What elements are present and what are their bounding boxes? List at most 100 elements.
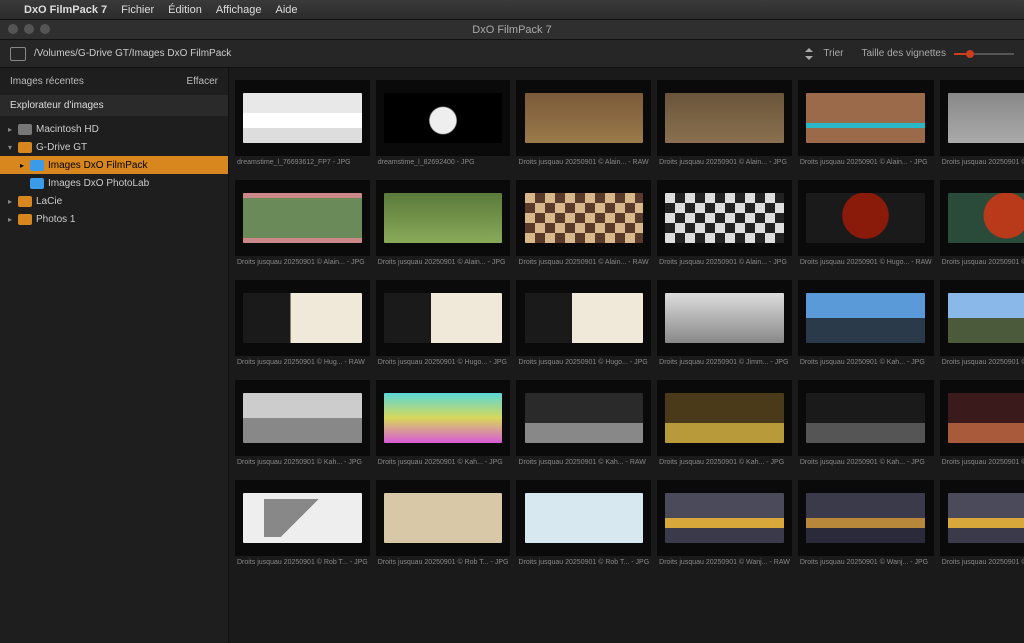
window-titlebar: DxO FilmPack 7 [0,20,1024,40]
thumbnail-image[interactable] [657,380,792,456]
thumbnail-cell[interactable]: Droits jusquau 20250901 © Hug... - RAW [235,280,370,374]
menu-view[interactable]: Affichage [216,4,262,16]
thumbnail-size-slider[interactable] [954,53,1014,55]
tree-item[interactable]: ▸LaCie [0,192,228,210]
zoom-icon[interactable] [40,24,50,34]
thumbnail-size-label: Taille des vignettes [862,48,947,59]
slider-thumb-icon[interactable] [966,50,974,58]
thumbnail-cell[interactable]: Droits jusquau 20250901 © Kah... - JPG [235,380,370,474]
thumbnail-cell[interactable]: Droits jusquau 20250901 © Kah... - JPG [940,280,1024,374]
thumbnail-caption: Droits jusquau 20250901 © Wanj... - JPG [940,556,1024,574]
chevron-down-icon[interactable]: ▾ [6,143,14,152]
thumbnail-cell[interactable]: Droits jusquau 20250901 © Hugo... - JPG [940,180,1024,274]
sort-icon [805,49,817,59]
chevron-right-icon[interactable]: ▸ [6,215,14,224]
thumbnail-cell[interactable]: Droits jusquau 20250901 © Hugo... - JPG [516,280,651,374]
thumbnail-image[interactable] [516,180,651,256]
explorer-header: Explorateur d'images [0,95,228,116]
chevron-right-icon[interactable]: ▸ [6,125,14,134]
breadcrumb-path: /Volumes/G-Drive GT/Images DxO FilmPack [34,48,231,59]
thumbnail-image[interactable] [376,80,511,156]
thumbnail-cell[interactable]: Droits jusquau 20250901 © Jimm... - JPG [657,280,792,374]
thumbnail-cell[interactable]: Droits jusquau 20250901 © Kah... - JPG [798,280,934,374]
thumbnail-image[interactable] [235,480,370,556]
thumbnail-cell[interactable]: Droits jusquau 20250901 © Kah... - JPG [376,380,511,474]
thumbnail-image[interactable] [516,80,651,156]
thumbnail-image[interactable] [940,80,1024,156]
thumbnail-caption: Droits jusquau 20250901 © Rob T... - JPG [376,556,511,574]
thumbnail-image[interactable] [376,380,511,456]
thumbnail-image[interactable] [798,280,934,356]
thumbnail-image[interactable] [235,80,370,156]
clear-recent-button[interactable]: Effacer [187,76,219,87]
thumbnail-cell[interactable]: Droits jusquau 20250901 © Alain... - RAW [516,180,651,274]
thumbnail-cell[interactable]: Droits jusquau 20250901 © Kah... - RAW [516,380,651,474]
thumbnail-cell[interactable]: Droits jusquau 20250901 © Hugo... - RAW [798,180,934,274]
thumbnail-image[interactable] [376,180,511,256]
menubar-app[interactable]: DxO FilmPack 7 [24,4,107,16]
thumbnail-cell[interactable]: Droits jusquau 20250901 © Alain... - JPG [798,80,934,174]
thumbnail-image[interactable] [940,380,1024,456]
thumbnail-grid-viewport[interactable]: dreamstime_l_76693612_FP7 - JPG dreamstim… [229,68,1024,643]
chevron-right-icon[interactable]: ▸ [6,197,14,206]
menu-help[interactable]: Aide [275,4,297,16]
minimize-icon[interactable] [24,24,34,34]
thumbnail-caption: Droits jusquau 20250901 © Hug... - RAW [235,356,370,374]
tree-item[interactable]: ▸Macintosh HD [0,120,228,138]
thumbnail-cell[interactable]: Droits jusquau 20250901 © Kah... - JPG [798,380,934,474]
thumbnail-caption: Droits jusquau 20250901 © Kah... - JPG [798,456,934,474]
thumbnail-image[interactable] [516,380,651,456]
thumbnail-cell[interactable]: Droits jusquau 20250901 © Rob T... - JPG [516,480,651,574]
thumbnail-image[interactable] [798,80,934,156]
menu-edit[interactable]: Édition [168,4,202,16]
menu-file[interactable]: Fichier [121,4,154,16]
thumbnail-image[interactable] [657,180,792,256]
thumbnail-caption: dreamstime_l_82692400 - JPG [376,156,511,174]
thumbnail-image[interactable] [657,280,792,356]
folder-icon[interactable] [10,47,26,61]
thumbnail-cell[interactable]: Droits jusquau 20250901 © Alain... - JPG [940,80,1024,174]
thumbnail-image[interactable] [798,380,934,456]
thumbnail-image[interactable] [940,480,1024,556]
sort-button[interactable]: Trier [805,48,843,59]
thumbnail-cell[interactable]: Droits jusquau 20250901 © Alain... - JPG [657,80,792,174]
thumbnail-image[interactable] [516,480,651,556]
thumbnail-cell[interactable]: Droits jusquau 20250901 © Kah... - JPG [940,380,1024,474]
thumbnail-cell[interactable]: Droits jusquau 20250901 © Wanj... - JPG [940,480,1024,574]
thumbnail-image[interactable] [940,180,1024,256]
tree-item[interactable]: ▸Photos 1 [0,210,228,228]
thumbnail-cell[interactable]: Droits jusquau 20250901 © Hugo... - JPG [376,280,511,374]
tree-item[interactable]: ▾G-Drive GT [0,138,228,156]
close-icon[interactable] [8,24,18,34]
thumbnail-cell[interactable]: Droits jusquau 20250901 © Wanj... - JPG [798,480,934,574]
thumbnail-image[interactable] [235,380,370,456]
recent-label: Images récentes [10,76,84,87]
thumbnail-caption: Droits jusquau 20250901 © Alain... - RAW [516,256,651,274]
thumbnail-cell[interactable]: Droits jusquau 20250901 © Alain... - JPG [376,180,511,274]
thumbnail-image[interactable] [235,180,370,256]
thumbnail-cell[interactable]: Droits jusquau 20250901 © Alain... - JPG [235,180,370,274]
thumbnail-cell[interactable]: Droits jusquau 20250901 © Alain... - JPG [657,180,792,274]
tree-item[interactable]: Images DxO PhotoLab [0,174,228,192]
thumbnail-cell[interactable]: dreamstime_l_82692400 - JPG [376,80,511,174]
thumbnail-image[interactable] [798,180,934,256]
thumbnail-image[interactable] [376,280,511,356]
tree-item[interactable]: ▸Images DxO FilmPack [0,156,228,174]
thumbnail-image[interactable] [376,480,511,556]
thumbnail-cell[interactable]: dreamstime_l_76693612_FP7 - JPG [235,80,370,174]
thumbnail-image[interactable] [235,280,370,356]
thumbnail-image[interactable] [657,480,792,556]
thumbnail-caption: Droits jusquau 20250901 © Hugo... - JPG [376,356,511,374]
thumbnail-cell[interactable]: Droits jusquau 20250901 © Alain... - RAW [516,80,651,174]
thumbnail-cell[interactable]: Droits jusquau 20250901 © Rob T... - JPG [235,480,370,574]
thumbnail-cell[interactable]: Droits jusquau 20250901 © Wanj... - RAW [657,480,792,574]
thumbnail-cell[interactable]: Droits jusquau 20250901 © Rob T... - JPG [376,480,511,574]
thumbnail-image[interactable] [516,280,651,356]
thumbnail-caption: Droits jusquau 20250901 © Kah... - JPG [376,456,511,474]
thumbnail-image[interactable] [657,80,792,156]
chevron-right-icon[interactable]: ▸ [18,161,26,170]
thumbnail-image[interactable] [798,480,934,556]
thumbnail-caption: Droits jusquau 20250901 © Alain... - RAW [516,156,651,174]
thumbnail-image[interactable] [940,280,1024,356]
thumbnail-cell[interactable]: Droits jusquau 20250901 © Kah... - JPG [657,380,792,474]
